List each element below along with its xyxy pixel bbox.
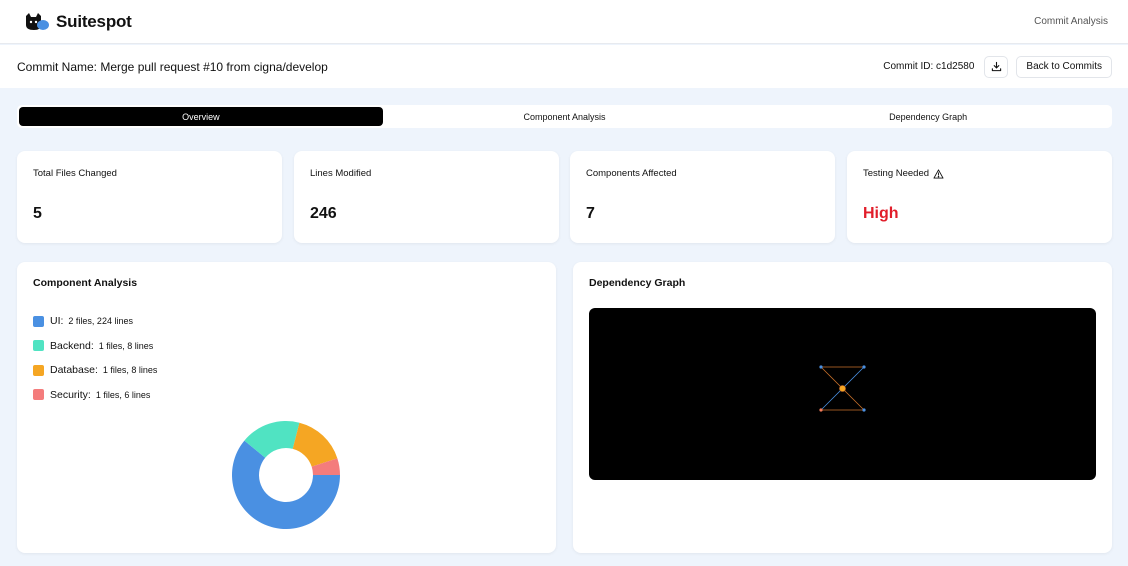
graph-node[interactable] (819, 408, 823, 412)
stat-label: Lines Modified (310, 168, 372, 179)
legend-name: Security: (50, 388, 91, 401)
legend-swatch (33, 340, 44, 352)
stat-card-testing-needed: Testing Needed High (847, 151, 1112, 243)
legend-item-backend: Backend: 1 files, 8 lines (33, 334, 540, 359)
brand[interactable]: Suitespot (24, 12, 132, 32)
stat-value: 246 (310, 205, 337, 222)
legend-item-database: Database: 1 files, 8 lines (33, 358, 540, 383)
graph-node[interactable] (862, 408, 866, 412)
brand-name: Suitespot (56, 11, 132, 31)
download-icon (991, 61, 1002, 72)
tab-overview[interactable]: Overview (19, 107, 383, 126)
warning-icon (933, 168, 944, 179)
legend-item-security: Security: 1 files, 6 lines (33, 383, 540, 408)
stat-value-testing-level: High (863, 205, 899, 222)
stat-value: 7 (586, 205, 595, 222)
commit-actions: Commit ID: c1d2580 Back to Commits (883, 55, 1112, 78)
tab-component-analysis[interactable]: Component Analysis (383, 107, 747, 126)
stat-label: Testing Needed (863, 168, 930, 179)
tab-dependency-graph[interactable]: Dependency Graph (746, 107, 1110, 126)
back-to-commits-button[interactable]: Back to Commits (1016, 55, 1112, 78)
component-legend: UI: 2 files, 224 lines Backend: 1 files,… (33, 309, 540, 407)
legend-name: UI: (50, 315, 64, 328)
legend-item-ui: UI: 2 files, 224 lines (33, 309, 540, 334)
donut-slice-database[interactable] (292, 422, 338, 467)
graph-node[interactable] (839, 385, 846, 392)
cat-logo-icon (26, 12, 49, 30)
stat-card-lines-modified: Lines Modified 246 (294, 151, 559, 243)
panel-title: Dependency Graph (589, 277, 686, 289)
dependency-graph-canvas[interactable] (589, 308, 1096, 480)
top-nav-bar: Suitespot Commit Analysis (0, 0, 1128, 44)
legend-swatch (33, 389, 44, 401)
graph-node[interactable] (862, 365, 866, 369)
stat-card-files-changed: Total Files Changed 5 (17, 151, 282, 243)
legend-swatch (33, 315, 44, 327)
commit-id: Commit ID: c1d2580 (883, 61, 975, 72)
legend-swatch (33, 364, 44, 376)
stat-label: Components Affected (586, 168, 677, 179)
legend-name: Database: (50, 364, 98, 377)
stat-label-row: Testing Needed (863, 168, 1096, 179)
commit-analysis-link[interactable]: Commit Analysis (1034, 16, 1108, 27)
legend-detail: 1 files, 8 lines (98, 340, 154, 351)
tab-bar: Overview Component Analysis Dependency G… (17, 105, 1112, 128)
stat-label: Total Files Changed (33, 168, 117, 179)
stat-card-components-affected: Components Affected 7 (570, 151, 835, 243)
legend-detail: 1 files, 8 lines (102, 365, 158, 376)
legend-detail: 2 files, 224 lines (68, 316, 133, 327)
commit-header: Commit Name: Merge pull request #10 from… (0, 45, 1128, 88)
component-analysis-panel: Component Analysis UI: 2 files, 224 line… (17, 262, 556, 553)
dependency-graph-panel: Dependency Graph (573, 262, 1112, 553)
graph-node[interactable] (819, 365, 823, 369)
download-button[interactable] (984, 55, 1009, 78)
dependency-graph-svg (819, 365, 866, 412)
panel-title: Component Analysis (33, 277, 138, 289)
legend-name: Backend: (50, 339, 94, 352)
commit-name: Commit Name: Merge pull request #10 from… (17, 59, 328, 74)
legend-detail: 1 files, 6 lines (95, 389, 151, 400)
stat-value: 5 (33, 205, 42, 222)
component-donut-chart (232, 421, 340, 529)
